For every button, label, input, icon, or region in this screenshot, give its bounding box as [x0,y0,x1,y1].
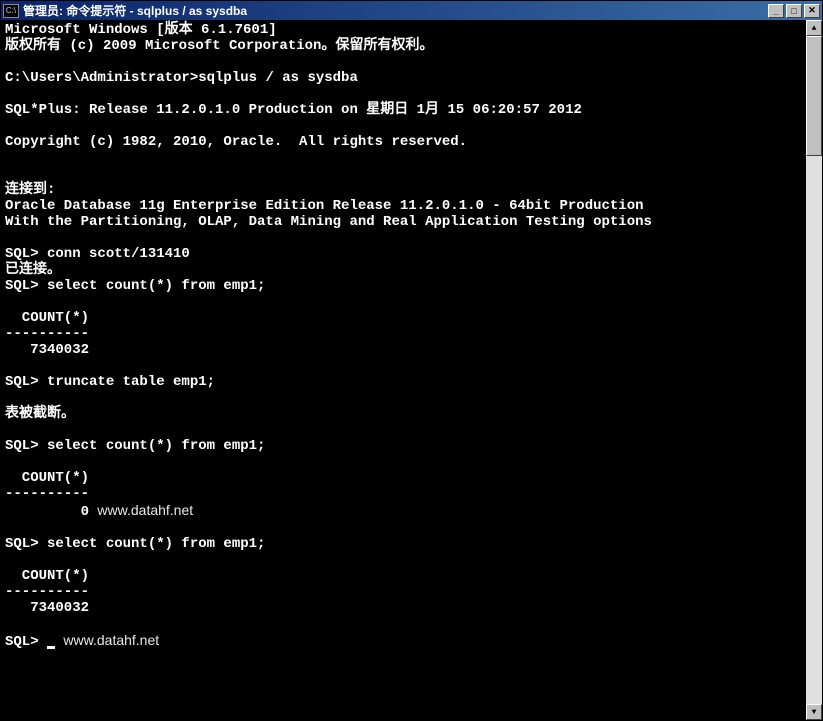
cmd-window: C:\ 管理员: 命令提示符 - sqlplus / as sysdba _ □… [0,0,823,721]
maximize-button[interactable]: □ [786,4,802,18]
scroll-down-button[interactable]: ▼ [806,704,822,720]
minimize-button[interactable]: _ [768,4,784,18]
scroll-track[interactable] [806,36,822,704]
cmd-icon: C:\ [3,4,19,18]
cursor [47,646,55,649]
close-button[interactable]: ✕ [804,4,820,18]
window-controls: _ □ ✕ [768,4,822,18]
watermark-text: www.datahf.net [97,502,193,518]
terminal-output[interactable]: Microsoft Windows [版本 6.1.7601] 版权所有 (c)… [1,20,806,720]
vertical-scrollbar[interactable]: ▲ ▼ [806,20,822,720]
window-title: 管理员: 命令提示符 - sqlplus / as sysdba [23,2,768,19]
scroll-up-button[interactable]: ▲ [806,20,822,36]
watermark-text: www.datahf.net [63,632,159,648]
titlebar[interactable]: C:\ 管理员: 命令提示符 - sqlplus / as sysdba _ □… [1,1,822,20]
scroll-thumb[interactable] [806,36,822,156]
content-area: Microsoft Windows [版本 6.1.7601] 版权所有 (c)… [1,20,822,720]
